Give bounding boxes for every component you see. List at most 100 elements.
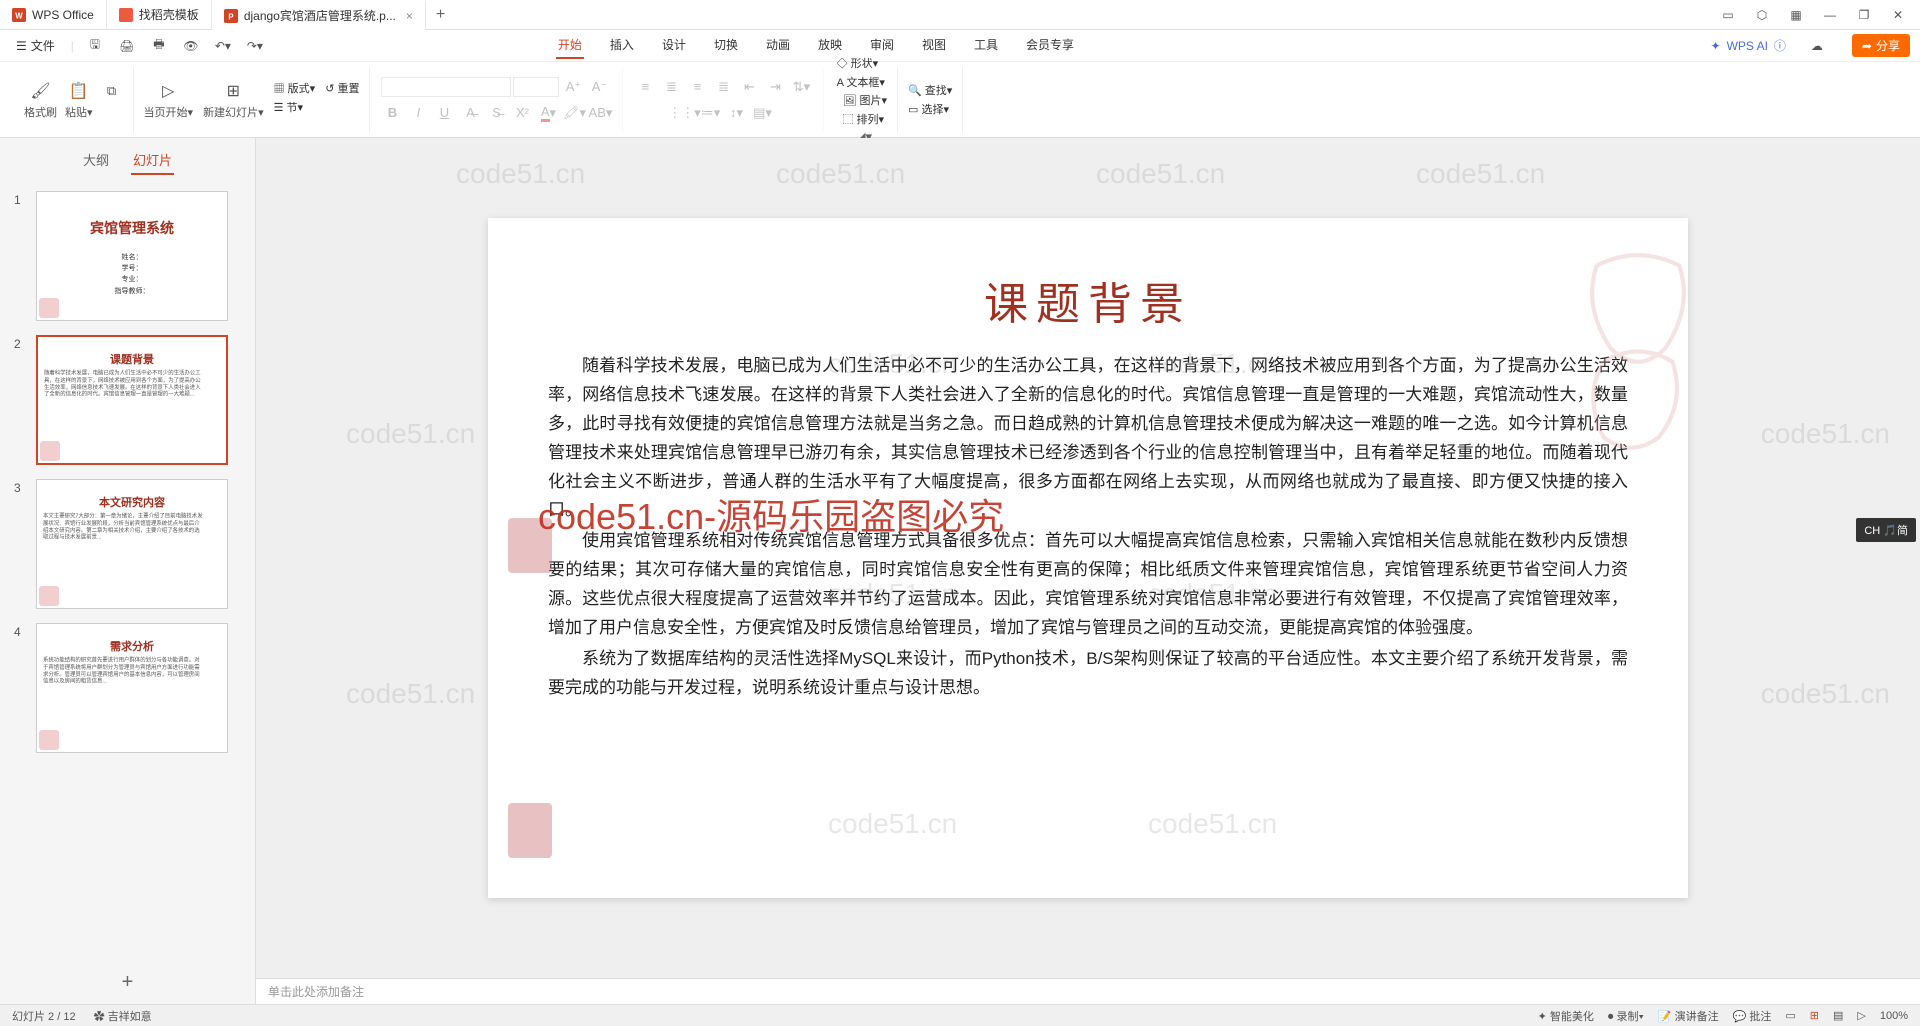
decrease-font-icon[interactable]: A⁻ — [587, 77, 611, 97]
paste-button[interactable]: 📋粘贴▾ — [65, 80, 93, 120]
thumbnail-2[interactable]: 课题背景 随着科学技术发展，电脑已成为人们生活中必不可少的生活办公工具，在这样的… — [36, 335, 228, 465]
align-right-icon[interactable]: ≡ — [685, 77, 709, 97]
redo-icon[interactable]: ↷▾ — [244, 35, 266, 57]
wps-ai-button[interactable]: ✦ WPS AI ⓘ — [1711, 37, 1786, 54]
align-left-icon[interactable]: ≡ — [633, 77, 657, 97]
print-icon[interactable]: 🖶 — [148, 35, 170, 57]
minimize-icon[interactable]: ― — [1822, 8, 1838, 22]
watermark-bg: code51.cn — [346, 678, 475, 710]
share-button[interactable]: ➦ 分享 — [1852, 34, 1910, 57]
maximize-icon[interactable]: ❐ — [1856, 8, 1872, 22]
align-justify-icon[interactable]: ≣ — [711, 77, 735, 97]
new-slide-button[interactable]: ⊞新建幻灯片▾ — [203, 80, 264, 120]
export-icon[interactable]: 🖨 — [116, 35, 138, 57]
columns-icon[interactable]: ▤▾ — [750, 103, 774, 123]
tab-insert[interactable]: 插入 — [608, 32, 636, 59]
slide-stage[interactable]: code51.cn code51.cn code51.cn code51.cn … — [256, 138, 1920, 978]
notes-pane[interactable]: 单击此处添加备注 — [256, 978, 1920, 1004]
file-menu[interactable]: ☰ 文件 — [10, 37, 61, 54]
line-spacing-icon[interactable]: ⇅▾ — [789, 77, 813, 97]
slide-canvas[interactable]: 课题背景 随着科学技术发展，电脑已成为人们生活中必不可少的生活办公工具，在这样的… — [488, 218, 1688, 898]
format-painter-button[interactable]: 🖌格式刷 — [24, 80, 57, 120]
thumbnail-4[interactable]: 需求分析 系统功能结构的研究首先要进行用户群体的划分与各功能调查。对于宾馆管理系… — [36, 623, 228, 753]
group-clipboard: 🖌格式刷 📋粘贴▾ ⧉ — [14, 67, 134, 133]
textbox-button[interactable]: A 文本框▾ — [837, 74, 885, 90]
label: 版式 — [288, 83, 310, 95]
tab-view[interactable]: 视图 — [920, 32, 948, 59]
copy-button[interactable]: ⧉ — [101, 80, 123, 120]
tab-animation[interactable]: 动画 — [764, 32, 792, 59]
template-icon — [119, 8, 133, 22]
speech-notes-button[interactable]: 📝 演讲备注 — [1658, 1008, 1719, 1024]
bold-icon[interactable]: B — [380, 103, 404, 123]
indent-left-icon[interactable]: ⇤ — [737, 77, 761, 97]
bullets-icon[interactable]: ⋮⋮▾ — [672, 103, 696, 123]
window-app-icon[interactable]: ▦ — [1788, 8, 1804, 22]
indent-right-icon[interactable]: ⇥ — [763, 77, 787, 97]
section-button[interactable]: ☰ 节▾ — [274, 99, 316, 115]
comment-button[interactable]: 💬 批注 — [1733, 1008, 1772, 1024]
tab-start[interactable]: 开始 — [556, 32, 584, 59]
label: 录制 — [1616, 1011, 1638, 1023]
close-icon[interactable]: × — [406, 9, 413, 23]
view-slideshow-icon[interactable]: ▷ — [1857, 1009, 1865, 1022]
align-center-icon[interactable]: ≣ — [659, 77, 683, 97]
tab-wps-office[interactable]: W WPS Office — [0, 0, 107, 30]
italic-icon[interactable]: I — [406, 103, 430, 123]
reset-button[interactable]: ↺ 重置 — [325, 80, 359, 96]
text-direction-icon[interactable]: ↕▾ — [724, 103, 748, 123]
label: 粘贴 — [65, 107, 87, 119]
ime-indicator[interactable]: CH 🎵简 — [1856, 518, 1916, 542]
highlight-icon[interactable]: 🖍▾ — [562, 103, 586, 123]
close-window-icon[interactable]: ✕ — [1890, 8, 1906, 22]
select-button[interactable]: ▭ 选择▾ — [908, 101, 952, 117]
strikethrough-icon[interactable]: S̶ — [484, 103, 508, 123]
title-bar: W WPS Office 找稻壳模板 P django宾馆酒店管理系统.p...… — [0, 0, 1920, 30]
page-start-button[interactable]: ▷当页开始▾ — [144, 80, 194, 120]
clear-format-icon[interactable]: AB▾ — [588, 103, 612, 123]
strike-icon[interactable]: A̶ — [458, 103, 482, 123]
record-button[interactable]: ⏺ 录制▾ — [1608, 1008, 1644, 1024]
add-tab-button[interactable]: + — [426, 6, 455, 24]
paragraph: 随着科学技术发展，电脑已成为人们生活中必不可少的生活办公工具，在这样的背景下，网… — [548, 352, 1628, 525]
font-color-icon[interactable]: A▾ — [536, 103, 560, 123]
view-normal-icon[interactable]: ▭ — [1785, 1009, 1795, 1022]
slides-tab[interactable]: 幻灯片 — [131, 146, 174, 175]
tab-label: WPS Office — [32, 8, 94, 22]
ai-label: WPS AI — [1727, 39, 1768, 53]
add-slide-button[interactable]: + — [0, 961, 255, 1004]
find-button[interactable]: 🔍 查找▾ — [908, 82, 952, 98]
underline-icon[interactable]: U — [432, 103, 456, 123]
save-icon[interactable]: 🖫 — [84, 35, 106, 57]
layout-button[interactable]: ▦ 版式▾ — [274, 80, 316, 96]
superscript-icon[interactable]: X² — [510, 103, 534, 123]
outline-tab[interactable]: 大纲 — [81, 146, 111, 175]
tab-template[interactable]: 找稻壳模板 — [107, 0, 212, 30]
cloud-icon[interactable]: ☁ — [1806, 35, 1828, 57]
zoom-label[interactable]: 100% — [1880, 1010, 1908, 1022]
view-reading-icon[interactable]: ▤ — [1833, 1009, 1843, 1022]
arrange-button[interactable]: ⬚ 排列▾ — [842, 111, 887, 127]
window-compact-icon[interactable]: ▭ — [1720, 8, 1736, 22]
tab-design[interactable]: 设计 — [660, 32, 688, 59]
thumbnail-list[interactable]: 1 宾馆管理系统 姓名： 学号： 专业： 指导教师： 2 课题背景 随着科学技术… — [0, 183, 255, 961]
increase-font-icon[interactable]: A⁺ — [561, 77, 585, 97]
smart-beautify-button[interactable]: ✦ 智能美化 — [1538, 1008, 1594, 1024]
canvas-area: code51.cn code51.cn code51.cn code51.cn … — [256, 138, 1920, 1004]
picture-button[interactable]: 🖼 图片▾ — [842, 92, 887, 108]
tab-member[interactable]: 会员专享 — [1024, 32, 1076, 59]
undo-icon[interactable]: ↶▾ — [212, 35, 234, 57]
watermark-bg: code51.cn — [1148, 808, 1277, 840]
tab-transition[interactable]: 切换 — [712, 32, 740, 59]
window-box-icon[interactable]: ⬡ — [1754, 8, 1770, 22]
thumbnail-1[interactable]: 宾馆管理系统 姓名： 学号： 专业： 指导教师： — [36, 191, 228, 321]
numbering-icon[interactable]: ≔▾ — [698, 103, 722, 123]
shape-button[interactable]: ◇ 形状▾ — [837, 55, 885, 71]
thumbnail-3[interactable]: 本文研究内容 本文主要研究7大部分：第一章为绪论，主要介绍了目前电脑技术发展状况… — [36, 479, 228, 609]
preview-icon[interactable]: 👁 — [180, 35, 202, 57]
view-sorter-icon[interactable]: ⊞ — [1810, 1009, 1819, 1022]
paragraph: 使用宾馆管理系统相对传统宾馆信息管理方式具备很多优点：首先可以大幅提高宾馆信息检… — [548, 527, 1628, 643]
thumb-text: 姓名： — [43, 252, 221, 263]
tab-tools[interactable]: 工具 — [972, 32, 1000, 59]
tab-document[interactable]: P django宾馆酒店管理系统.p... × — [212, 0, 426, 30]
